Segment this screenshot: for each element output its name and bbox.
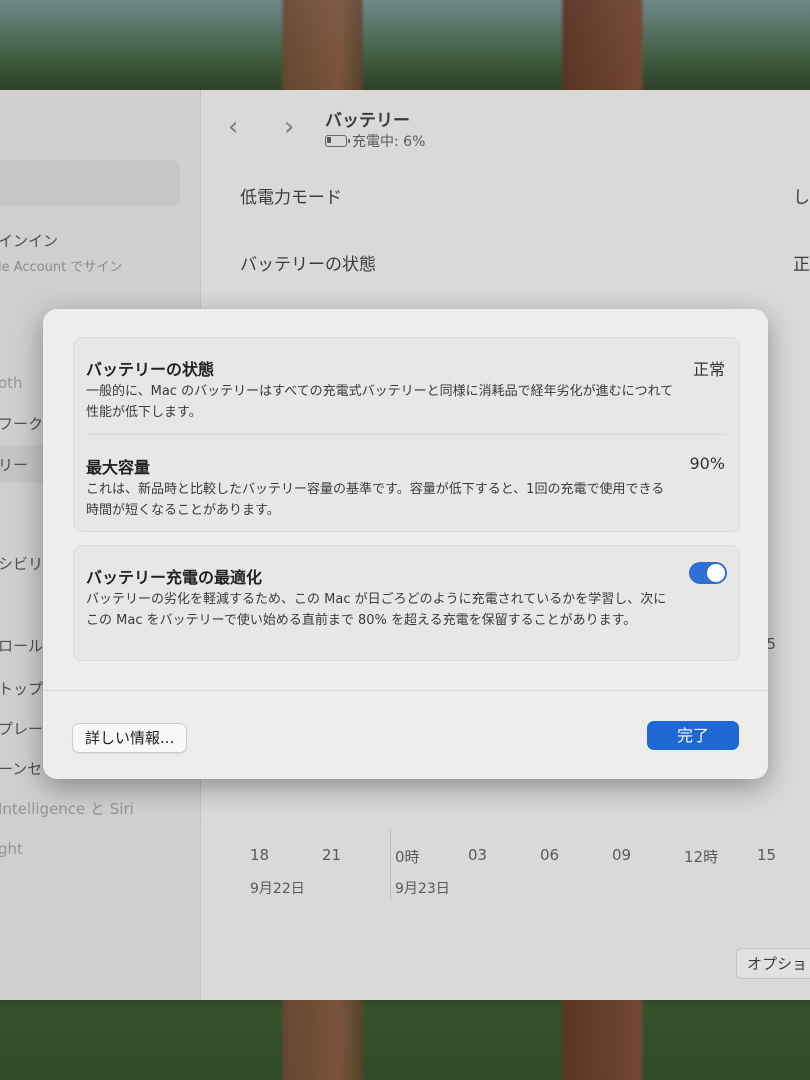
max-capacity-value: 90% [689, 454, 725, 473]
battery-health-value: 正常 [692, 360, 725, 379]
optimized-charging-toggle[interactable] [689, 562, 727, 584]
battery-health-description: 一般的に、Mac のバッテリーはすべての充電式バッテリーと同様に消耗品で経年劣化… [86, 384, 674, 420]
optimized-charging-description: バッテリーの劣化を軽減するため、この Mac が日ごろどのように充電されているか… [86, 592, 667, 628]
max-capacity-title: 最大容量 [86, 458, 151, 477]
optimized-charging-group: バッテリー充電の最適化 バッテリーの劣化を軽減するため、この Mac が日ごろど… [73, 545, 740, 661]
info-group: バッテリーの状態 正常 一般的に、Mac のバッテリーはすべての充電式バッテリー… [73, 337, 740, 532]
done-button[interactable]: 完了 [647, 721, 739, 750]
battery-health-title: バッテリーの状態 [86, 360, 215, 379]
footer-divider [43, 690, 768, 691]
optimized-charging-title: バッテリー充電の最適化 [86, 568, 263, 587]
more-info-button[interactable]: 詳しい情報... [72, 723, 188, 753]
battery-health-sheet: バッテリーの状態 正常 一般的に、Mac のバッテリーはすべての充電式バッテリー… [43, 309, 768, 779]
divider [88, 434, 725, 435]
max-capacity-description: これは、新品時と比較したバッテリー容量の基準です。容量が低下すると、1回の充電で… [86, 482, 665, 518]
toggle-knob [707, 564, 725, 582]
